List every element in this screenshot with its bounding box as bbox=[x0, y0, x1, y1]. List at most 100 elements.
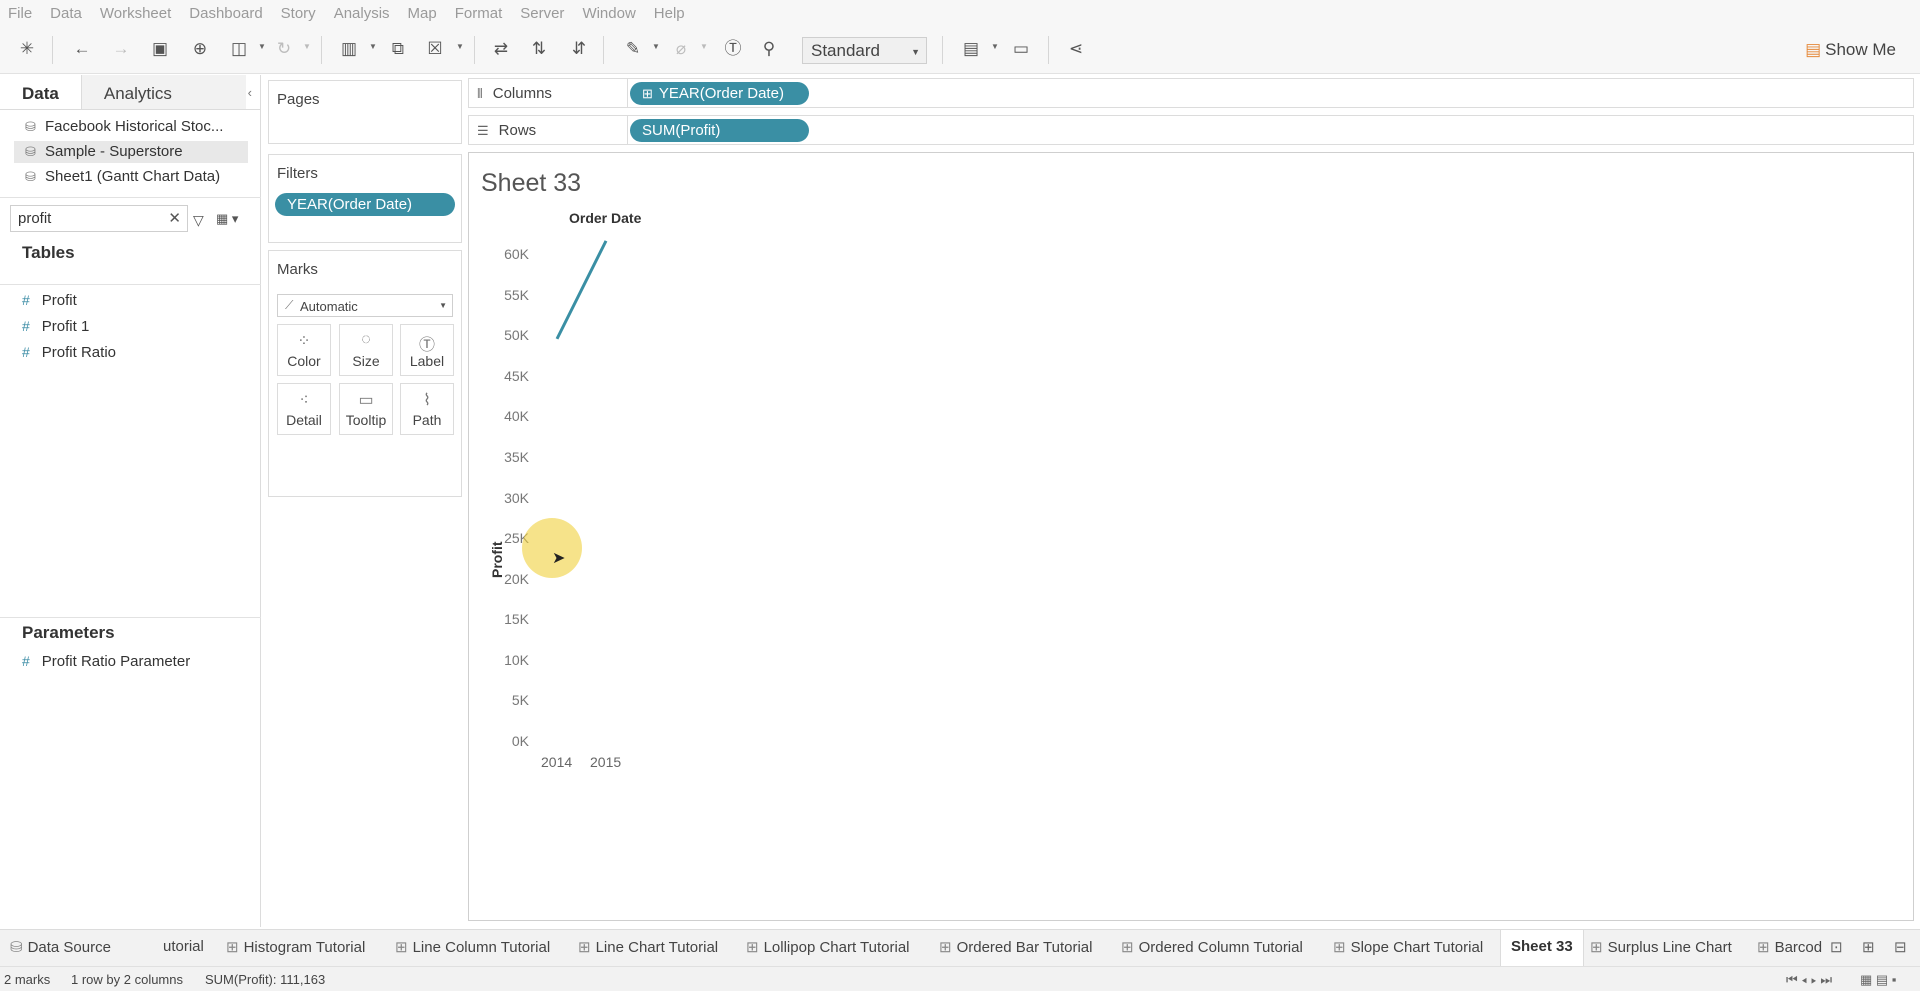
presentation-mode-icon[interactable]: ▭ bbox=[1010, 38, 1032, 60]
menu-story[interactable]: Story bbox=[281, 5, 316, 22]
sheet-tab[interactable]: utorial bbox=[163, 938, 204, 955]
calculated-measure-icon: # bbox=[22, 344, 30, 360]
status-sum: SUM(Profit): 111,163 bbox=[205, 972, 326, 987]
menu-dashboard[interactable]: Dashboard bbox=[189, 5, 262, 22]
path-button[interactable]: ⌇ Path bbox=[400, 383, 454, 435]
menu-analysis[interactable]: Analysis bbox=[334, 5, 390, 22]
group-members-icon[interactable]: ⌀ bbox=[670, 38, 692, 60]
tableau-logo-icon[interactable]: ✳ bbox=[16, 38, 38, 60]
line-chart[interactable] bbox=[469, 153, 1913, 920]
sheet-tab-label: Slope Chart Tutorial bbox=[1350, 939, 1484, 956]
tab-data-source[interactable]: ⛁ Data Source bbox=[10, 938, 111, 956]
filters-label: Filters bbox=[277, 165, 318, 182]
field-profit[interactable]: # Profit bbox=[22, 292, 77, 309]
worksheet-view[interactable]: Sheet 33 Order Date Profit 0K 5K 10K 15K 20K… bbox=[468, 152, 1914, 921]
clear-sheet-icon[interactable]: ☒ bbox=[424, 38, 446, 60]
mark-type-dropdown[interactable]: ⟋ Automatic ▼ bbox=[277, 294, 453, 317]
field-label: Profit 1 bbox=[41, 318, 90, 335]
field-search-input[interactable]: profit ✕ bbox=[10, 205, 188, 232]
refresh-icon[interactable]: ↻ bbox=[273, 38, 295, 60]
sheet-tab-label: Lollipop Chart Tutorial bbox=[763, 939, 910, 956]
label-label: Label bbox=[409, 353, 445, 369]
data-source-item[interactable]: ⛁ Facebook Historical Stoc... bbox=[14, 116, 248, 138]
menu-format[interactable]: Format bbox=[455, 5, 503, 22]
columns-pill-year-order-date[interactable]: ⊞ YEAR(Order Date) bbox=[630, 82, 809, 105]
new-data-source-icon[interactable]: ⊕ bbox=[189, 38, 211, 60]
columns-shelf[interactable]: ⦀ Columns ⊞ YEAR(Order Date) bbox=[468, 78, 1914, 108]
label-button[interactable]: Ⓣ Label bbox=[400, 324, 454, 376]
data-source-name: Sample - Superstore bbox=[45, 143, 183, 160]
filter-icon[interactable]: ▽ bbox=[193, 212, 204, 229]
menu-file[interactable]: File bbox=[8, 5, 32, 22]
menu-map[interactable]: Map bbox=[408, 5, 437, 22]
menu-data[interactable]: Data bbox=[50, 5, 82, 22]
clear-search-icon[interactable]: ✕ bbox=[168, 209, 181, 227]
filter-pill-year-order-date[interactable]: YEAR(Order Date) bbox=[275, 193, 455, 216]
size-label: Size bbox=[352, 353, 380, 369]
rows-shelf[interactable]: ☰ Rows SUM(Profit) bbox=[468, 115, 1914, 145]
tooltip-icon: ▭ bbox=[358, 392, 374, 409]
tooltip-button[interactable]: ▭ Tooltip bbox=[339, 383, 393, 435]
view-options-icon[interactable]: ▦ ▾ bbox=[216, 211, 238, 227]
tab-analytics[interactable]: Analytics bbox=[80, 75, 246, 109]
collapse-pane-icon[interactable]: ‹ bbox=[248, 85, 252, 100]
save-icon[interactable]: ▣ bbox=[149, 38, 171, 60]
highlight-icon[interactable]: ✎ bbox=[622, 38, 644, 60]
sheet-tab-label: Surplus Line Chart bbox=[1607, 939, 1732, 956]
chevron-down-icon: ▼ bbox=[911, 47, 920, 57]
share-icon[interactable]: ⋖ bbox=[1065, 38, 1087, 60]
field-profit-ratio[interactable]: # Profit Ratio bbox=[22, 344, 116, 361]
sheet-tab-active[interactable]: Sheet 33 bbox=[1500, 930, 1584, 967]
show-me-button[interactable]: ▤ Show Me bbox=[1805, 40, 1896, 60]
show-cards-icon[interactable]: ▤ bbox=[960, 38, 982, 60]
pause-updates-icon[interactable]: ◫ bbox=[228, 38, 250, 60]
rows-pill-sum-profit[interactable]: SUM(Profit) bbox=[630, 119, 809, 142]
data-source-name: Facebook Historical Stoc... bbox=[45, 118, 224, 135]
fix-axes-icon[interactable]: ⚲ bbox=[758, 38, 780, 60]
duplicate-sheet-icon[interactable]: ⧉ bbox=[387, 38, 409, 60]
menu-server[interactable]: Server bbox=[520, 5, 564, 22]
new-story-icon[interactable]: ⊟ bbox=[1894, 938, 1907, 956]
pages-card[interactable]: Pages bbox=[268, 80, 462, 144]
sheet-navigation-icon[interactable]: ⏮ ◂ ▸ ⏭ bbox=[1786, 972, 1832, 988]
sheet-tab[interactable]: ⊞ Line Chart Tutorial bbox=[578, 938, 718, 956]
sheet-tab[interactable]: ⊞ Ordered Bar Tutorial bbox=[939, 938, 1092, 956]
sheet-tab[interactable]: ⊞ Slope Chart Tutorial bbox=[1333, 938, 1483, 956]
sheet-tab-label: Sheet 33 bbox=[1511, 938, 1573, 955]
sort-ascending-icon[interactable]: ⇅ bbox=[528, 38, 550, 60]
redo-icon[interactable]: → bbox=[110, 38, 132, 60]
line-mark-icon: ⟋ bbox=[285, 298, 294, 312]
data-source-item-selected[interactable]: ⛁ Sample - Superstore bbox=[14, 141, 248, 163]
swap-rows-columns-icon[interactable]: ⇄ bbox=[490, 38, 512, 60]
menu-help[interactable]: Help bbox=[654, 5, 685, 22]
filters-card[interactable]: Filters YEAR(Order Date) bbox=[268, 154, 462, 243]
sheet-tab[interactable]: ⊞ Line Column Tutorial bbox=[395, 938, 550, 956]
sort-descending-icon[interactable]: ⇵ bbox=[568, 38, 590, 60]
sheet-tab[interactable]: ⊞ Histogram Tutorial bbox=[226, 938, 365, 956]
show-mark-labels-icon[interactable]: Ⓣ bbox=[722, 38, 744, 60]
sheet-tab[interactable]: ⊞ Ordered Column Tutorial bbox=[1121, 938, 1303, 956]
menu-worksheet[interactable]: Worksheet bbox=[100, 5, 171, 22]
path-icon: ⌇ bbox=[423, 392, 431, 409]
sheet-tab[interactable]: ⊞ Surplus Line Chart bbox=[1590, 938, 1732, 956]
undo-icon[interactable]: ← bbox=[71, 38, 93, 60]
field-profit-1[interactable]: # Profit 1 bbox=[22, 318, 89, 335]
tab-data[interactable]: Data bbox=[0, 75, 81, 109]
marks-label: Marks bbox=[277, 261, 318, 278]
data-source-item[interactable]: ⛁ Sheet1 (Gantt Chart Data) bbox=[14, 166, 248, 188]
color-button[interactable]: ⁘ Color bbox=[277, 324, 331, 376]
pane-tabs: Data Analytics bbox=[0, 75, 260, 110]
view-mode-icon[interactable]: ▦ ▤ ▪ bbox=[1860, 972, 1896, 988]
fit-mode-dropdown[interactable]: Standard ▼ bbox=[802, 37, 927, 64]
parameter-profit-ratio[interactable]: # Profit Ratio Parameter bbox=[22, 653, 190, 670]
size-button[interactable]: ◌ Size bbox=[339, 324, 393, 376]
new-worksheet-tab-icon[interactable]: ⊞ bbox=[1862, 938, 1875, 956]
menu-window[interactable]: Window bbox=[582, 5, 635, 22]
sheet-tab[interactable]: ⊞ Barcod bbox=[1757, 938, 1822, 956]
profit-line[interactable] bbox=[555, 240, 608, 340]
new-worksheet-icon[interactable]: ▥ bbox=[338, 38, 360, 60]
new-dashboard-icon[interactable]: ⊡ bbox=[1830, 938, 1843, 956]
tooltip-label: Tooltip bbox=[345, 412, 387, 428]
sheet-tab[interactable]: ⊞ Lollipop Chart Tutorial bbox=[746, 938, 910, 956]
detail-button[interactable]: ⁖ Detail bbox=[277, 383, 331, 435]
